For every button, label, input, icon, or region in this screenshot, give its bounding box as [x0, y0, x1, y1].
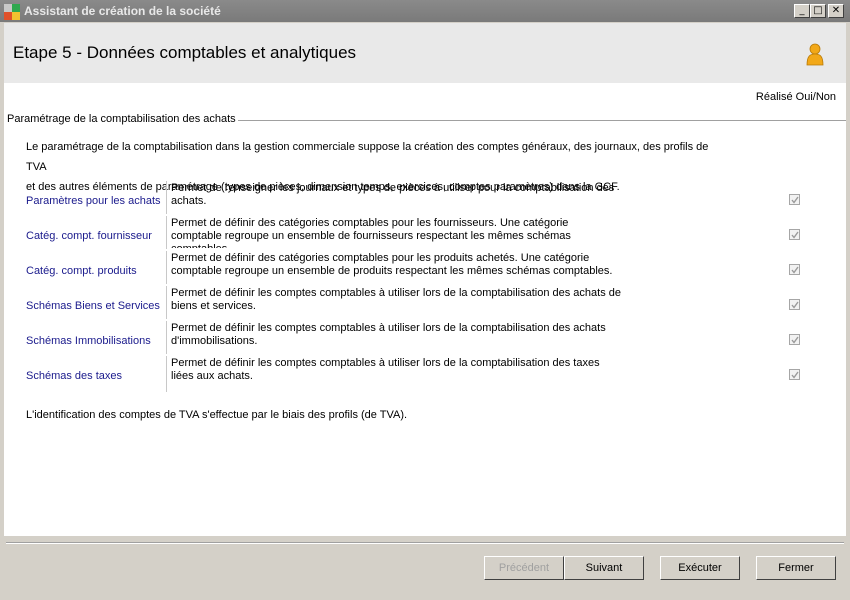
minimize-button[interactable]: _ — [794, 4, 810, 18]
previous-button[interactable]: Précédent — [484, 556, 564, 580]
done-checkbox — [789, 264, 800, 275]
row-description: Permet de renseigner les journaux et typ… — [171, 182, 615, 207]
row-separator — [166, 356, 167, 392]
realise-column-header: Réalisé Oui/Non — [755, 91, 836, 103]
row-description: Permet de définir les comptes comptables… — [171, 287, 621, 312]
window-title: Assistant de création de la société — [24, 4, 221, 18]
row-description: Permet de définir les comptes comptables… — [171, 322, 606, 347]
intro-line: Le paramétrage de la comptabilisation da… — [26, 141, 709, 173]
done-checkbox — [789, 229, 800, 240]
row-separator — [166, 251, 167, 284]
done-checkbox — [789, 369, 800, 380]
section-title: Paramétrage de la comptabilisation des a… — [7, 113, 238, 125]
window-titlebar[interactable]: Assistant de création de la société _ □ … — [0, 0, 850, 22]
link-parametres-achats[interactable]: Paramètres pour les achats — [26, 195, 161, 207]
row-separator — [166, 286, 167, 319]
link-schemas-immobilisations[interactable]: Schémas Immobilisations — [26, 335, 151, 347]
row-description: Permet de définir des catégories comptab… — [171, 252, 613, 277]
row-description: Permet de définir les comptes comptables… — [171, 357, 600, 382]
row-separator — [166, 321, 167, 354]
user-icon — [806, 43, 824, 66]
done-checkbox — [789, 299, 800, 310]
row-separator — [166, 216, 167, 249]
done-checkbox — [789, 194, 800, 205]
done-checkbox — [789, 334, 800, 345]
close-window-button[interactable]: ✕ — [828, 4, 844, 18]
row-description: Permet de définir des catégories comptab… — [171, 217, 571, 248]
link-categ-compt-fournisseur[interactable]: Catég. compt. fournisseur — [26, 230, 152, 242]
row-separator — [166, 181, 167, 214]
next-button[interactable]: Suivant — [564, 556, 644, 580]
step-header: Etape 5 - Données comptables et analytiq… — [4, 23, 846, 83]
page-title: Etape 5 - Données comptables et analytiq… — [13, 43, 357, 62]
link-schemas-taxes[interactable]: Schémas des taxes — [26, 370, 122, 382]
close-button[interactable]: Fermer — [756, 556, 836, 580]
maximize-button[interactable]: □ — [810, 4, 826, 18]
link-categ-compt-produits[interactable]: Catég. compt. produits — [26, 265, 137, 277]
step-content: Réalisé Oui/Non Paramétrage de la compta… — [4, 83, 846, 536]
link-schemas-biens-services[interactable]: Schémas Biens et Services — [26, 300, 160, 312]
footer-divider-highlight — [6, 543, 844, 544]
app-icon — [4, 4, 20, 20]
execute-button[interactable]: Exécuter — [660, 556, 740, 580]
footer-note: L'identification des comptes de TVA s'ef… — [26, 409, 408, 421]
